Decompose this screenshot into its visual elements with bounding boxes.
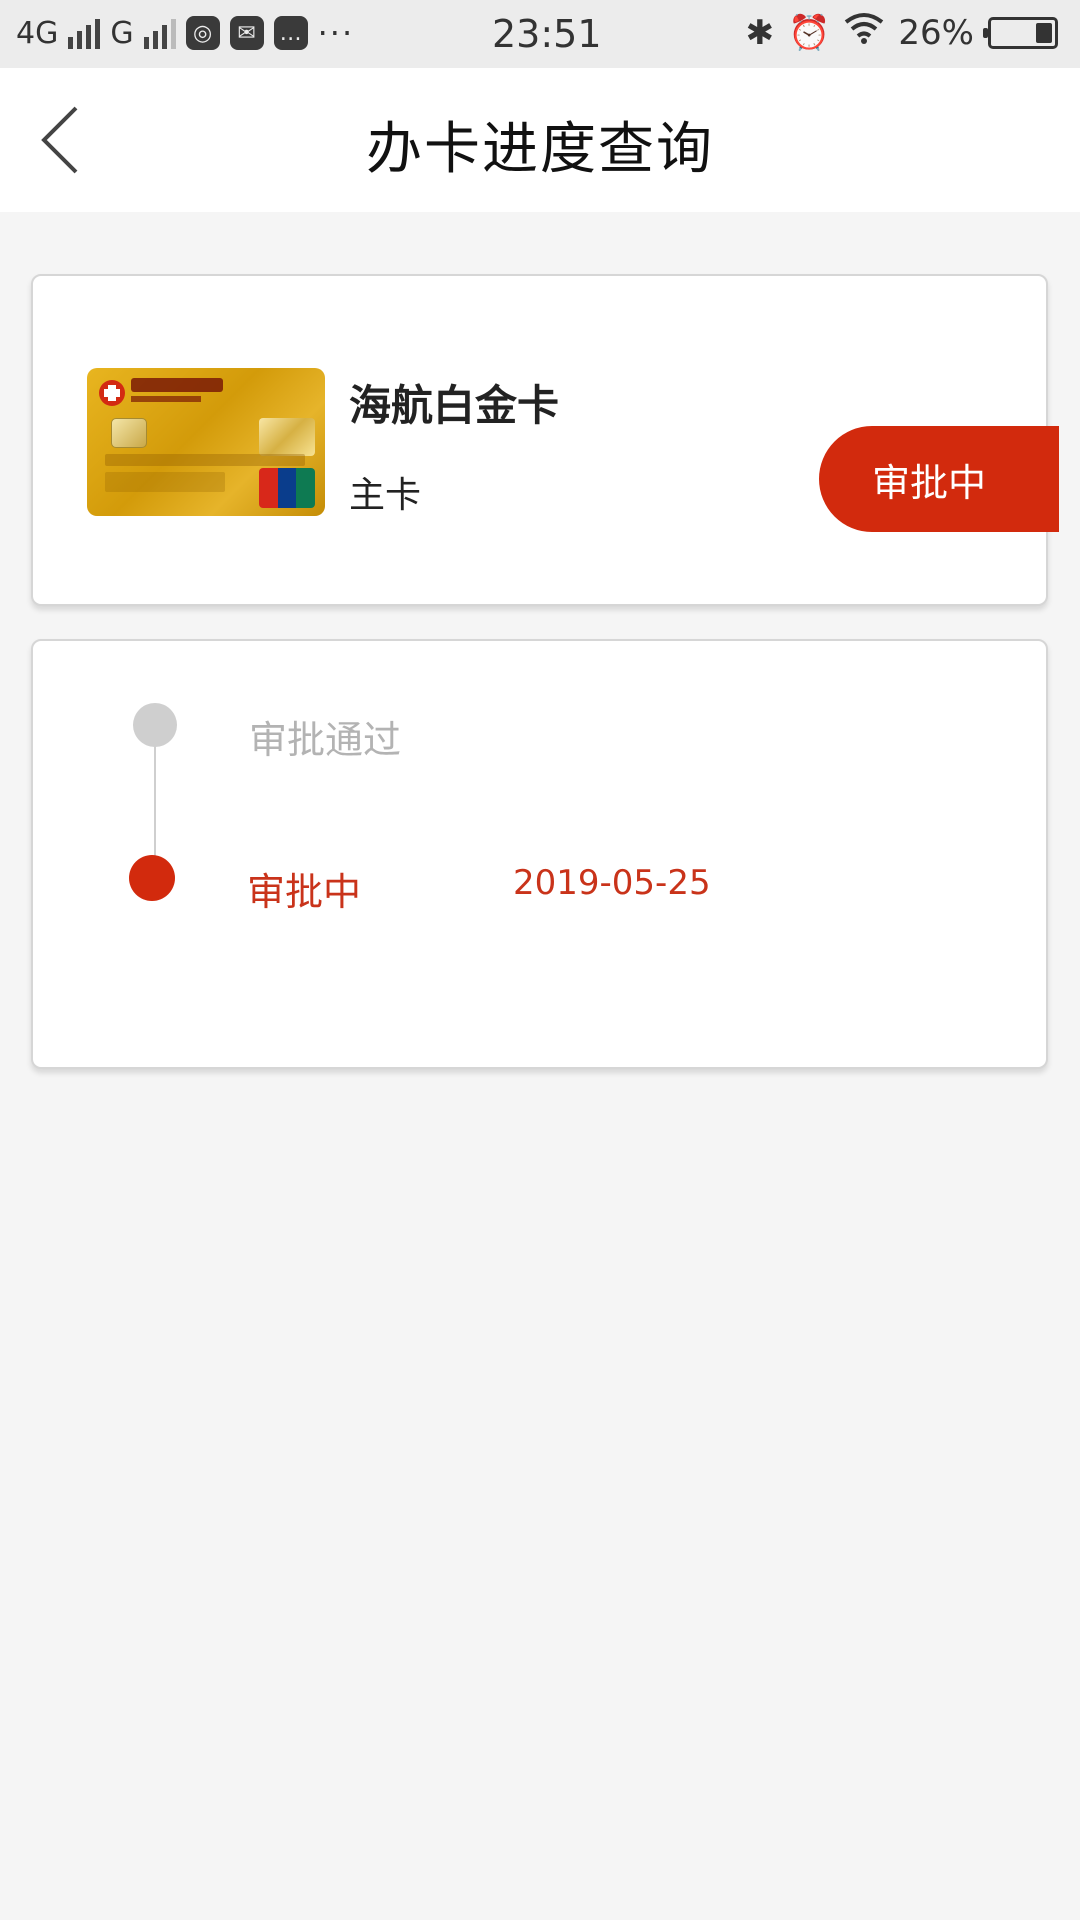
network-label-g: G bbox=[110, 15, 134, 51]
page-title: 办卡进度查询 bbox=[366, 117, 714, 182]
status-bar-left: 4G G ◎ ✉ … ··· bbox=[16, 14, 354, 52]
status-bar: 4G G ◎ ✉ … ··· 23:51 ✱ ⏰ 26% bbox=[0, 0, 1080, 68]
browser-notification-icon: ◎ bbox=[185, 16, 220, 50]
more-notifications-icon: ··· bbox=[317, 14, 355, 52]
card-type: 主卡 bbox=[349, 475, 422, 516]
application-status-badge: 审批中 bbox=[819, 426, 1059, 532]
timeline-step-date: 2019-05-25 bbox=[513, 863, 711, 903]
unionpay-logo-icon bbox=[259, 468, 315, 508]
wechat-notification-icon: ✉ bbox=[229, 16, 264, 50]
card-number-mark bbox=[105, 454, 305, 466]
battery-icon bbox=[983, 16, 1058, 49]
card-chip-icon bbox=[111, 418, 147, 448]
message-notification-icon: … bbox=[273, 16, 308, 50]
credit-card-image bbox=[87, 368, 325, 516]
bank-logo-icon bbox=[99, 380, 125, 406]
wifi-icon bbox=[844, 12, 884, 53]
card-holder-mark bbox=[105, 472, 225, 492]
bank-name-en-mark bbox=[131, 396, 201, 402]
status-time: 23:51 bbox=[492, 12, 602, 56]
network-label-4g: 4G bbox=[16, 15, 59, 51]
bank-name-mark bbox=[131, 378, 223, 392]
progress-timeline-panel: 审批通过 审批中 2019-05-25 bbox=[31, 639, 1048, 1069]
card-name: 海航白金卡 bbox=[349, 381, 560, 430]
card-hologram bbox=[259, 418, 315, 456]
timeline-step-label: 审批通过 bbox=[249, 718, 402, 762]
timeline-dot-completed bbox=[133, 703, 177, 747]
navigation-header: 办卡进度查询 bbox=[0, 68, 1080, 212]
bluetooth-icon: ✱ bbox=[745, 12, 775, 53]
signal-strength-icon-2 bbox=[143, 17, 176, 49]
card-info-panel: 海航白金卡 主卡 审批中 bbox=[31, 274, 1059, 606]
battery-percent: 26% bbox=[898, 12, 974, 53]
status-bar-right: ✱ ⏰ 26% bbox=[746, 12, 1058, 53]
timeline-step-label-current: 审批中 bbox=[247, 870, 362, 914]
signal-strength-icon bbox=[68, 17, 101, 49]
alarm-icon: ⏰ bbox=[788, 12, 831, 53]
timeline-dot-current bbox=[129, 855, 175, 901]
